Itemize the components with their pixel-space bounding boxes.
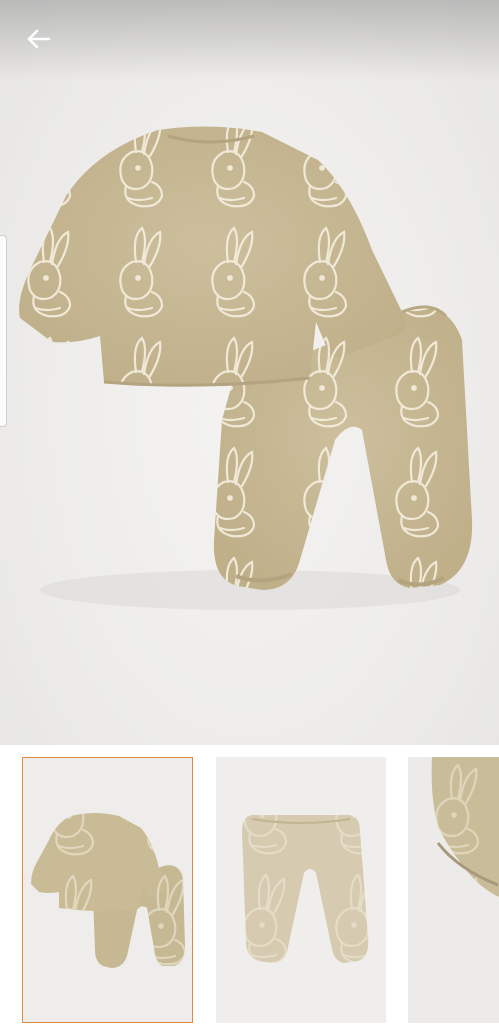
thumbnail-detail[interactable] [408,757,499,1023]
thumbnail-detail-image [408,757,499,1023]
side-drawer-handle[interactable] [0,235,7,427]
sweatshirt [19,126,406,387]
back-button[interactable] [18,22,58,56]
thumbnail-gallery [0,745,499,1024]
thumbnail-pants[interactable] [216,757,386,1023]
arrow-left-icon [27,29,51,49]
top-bar [0,0,499,80]
thumbnail-set-image [23,758,192,1022]
thumbnail-pants-image [216,757,386,1023]
product-photo [19,126,473,610]
thumbnail-set[interactable] [22,757,193,1023]
product-hero-image[interactable] [0,0,499,745]
